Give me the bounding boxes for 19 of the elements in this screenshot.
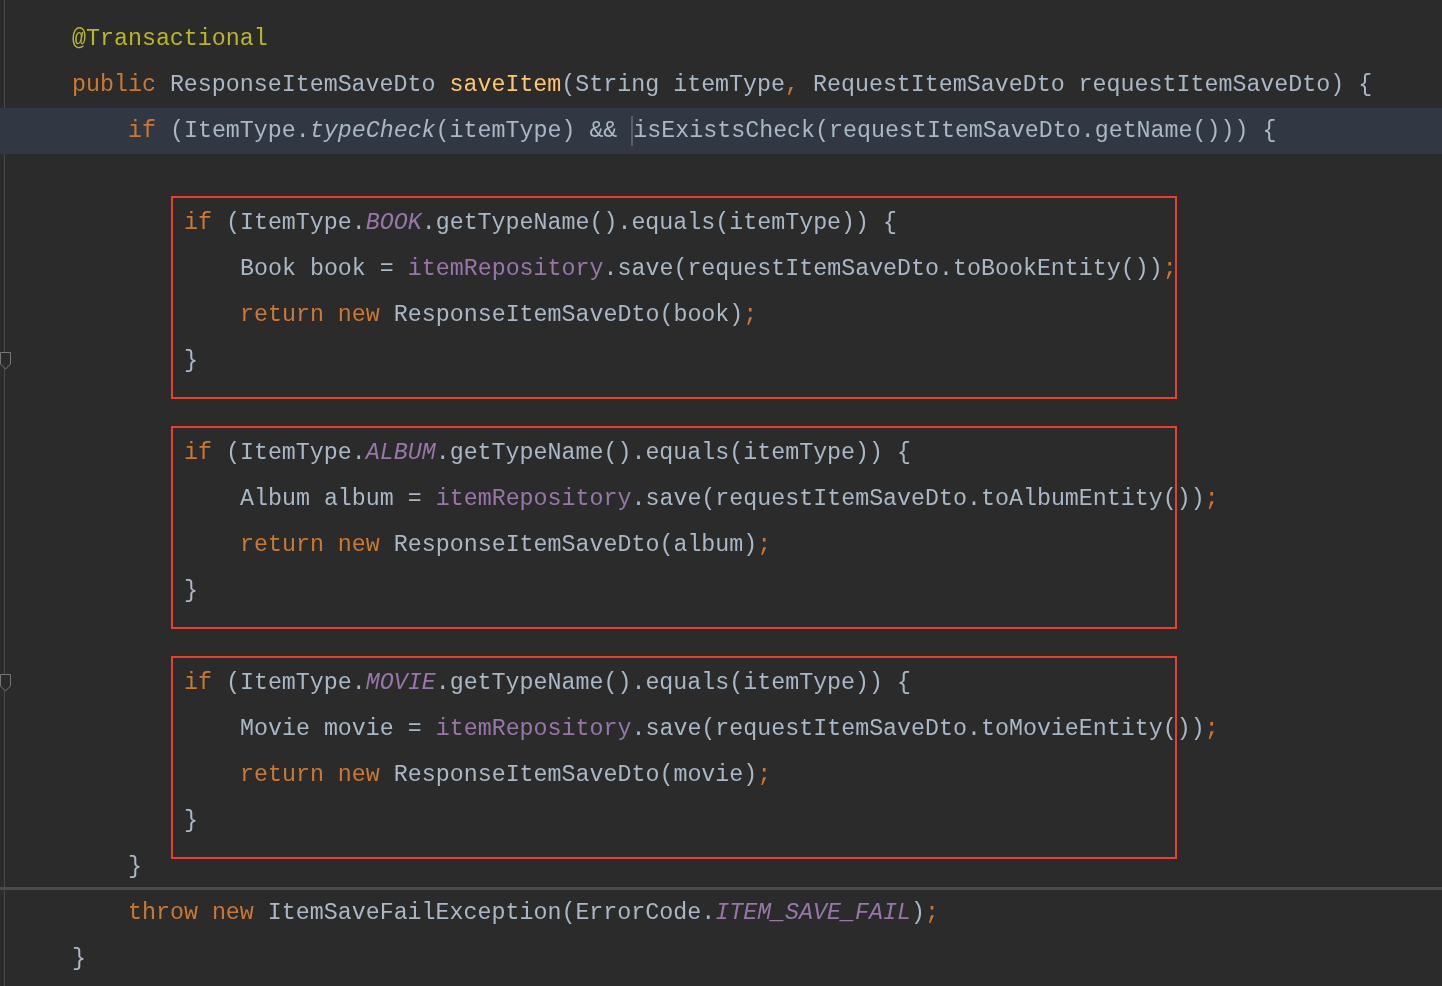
code-line: Book book = itemRepository.save(requestItemSaveDto.toBookEntity());: [240, 256, 1177, 282]
code-editor[interactable]: [0, 0, 1442, 986]
code-line: }: [184, 808, 198, 834]
code-line: }: [184, 348, 198, 374]
fold-marker-icon[interactable]: [0, 352, 11, 370]
code-line: throw new ItemSaveFailException(ErrorCode.ITEM_SAVE_FAIL);: [128, 900, 939, 926]
code-line: if (ItemType.typeCheck(itemType) && isExistsCheck(requestItemSaveDto.getName())) {: [128, 118, 1277, 144]
code-line: return new ResponseItemSaveDto(book);: [240, 302, 758, 328]
code-line: return new ResponseItemSaveDto(album);: [240, 532, 772, 558]
code-line: }: [128, 854, 142, 880]
code-line: public ResponseItemSaveDto saveItem(String itemType, RequestItemSaveDto requestItemSaveDto) {: [72, 72, 1373, 98]
code-line: @Transactional: [72, 26, 268, 52]
fold-marker-icon[interactable]: [0, 674, 11, 692]
code-line: if (ItemType.BOOK.getTypeName().equals(itemType)) {: [184, 210, 898, 236]
code-line: }: [184, 578, 198, 604]
code-line: return new ResponseItemSaveDto(movie);: [240, 762, 772, 788]
code-line: if (ItemType.ALBUM.getTypeName().equals(itemType)) {: [184, 440, 911, 466]
code-line: }: [72, 946, 86, 972]
code-line: if (ItemType.MOVIE.getTypeName().equals(itemType)) {: [184, 670, 911, 696]
